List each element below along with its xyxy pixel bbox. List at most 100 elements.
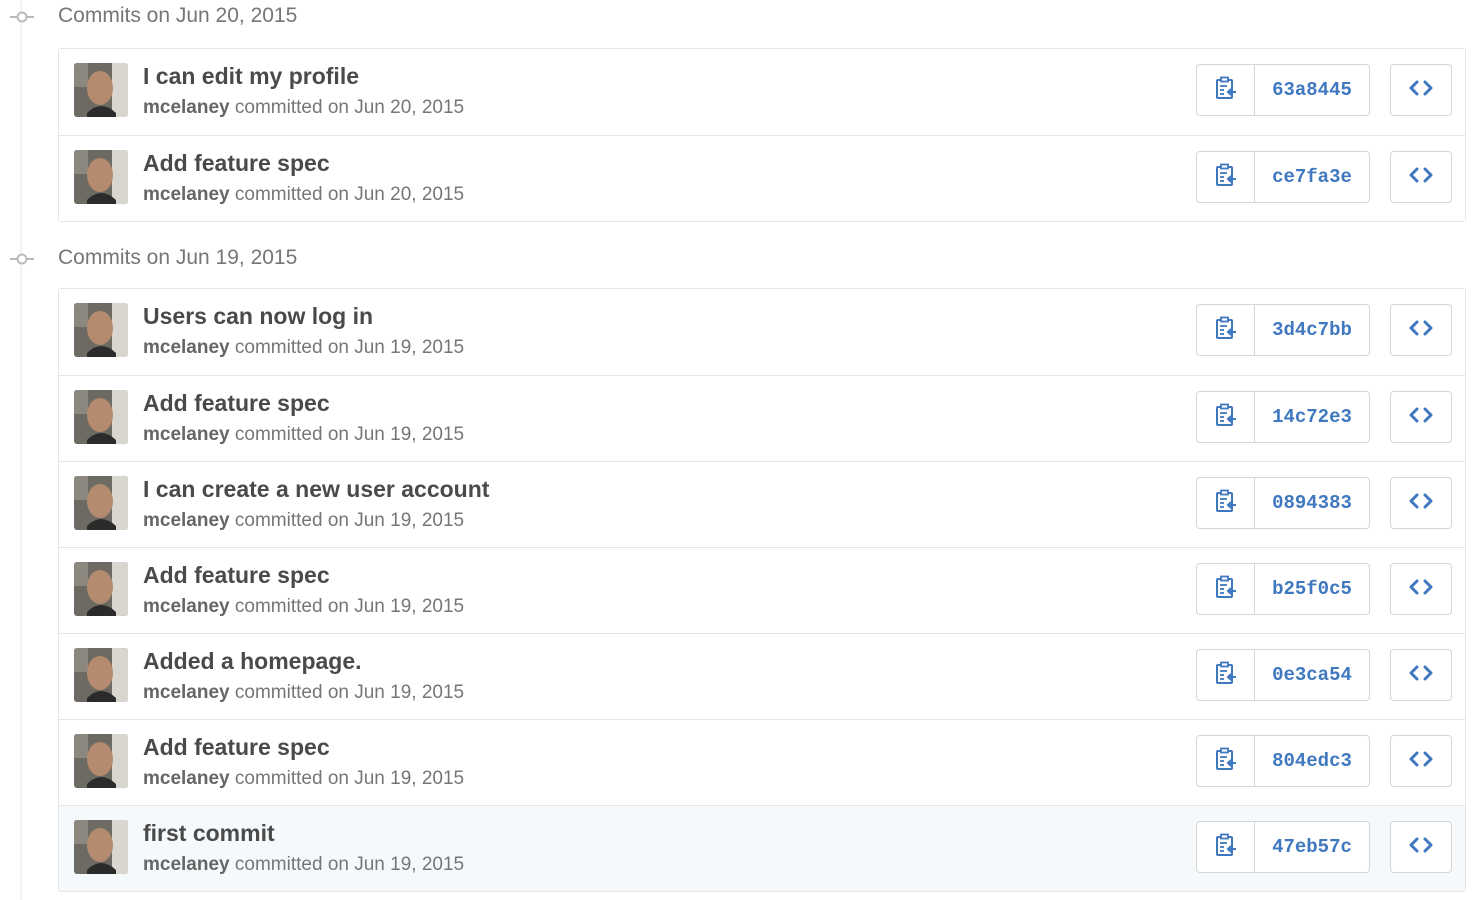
commit-sha-link[interactable]: b25f0c5 xyxy=(1255,564,1369,614)
commit-meta: mcelaney committed on Jun 19, 2015 xyxy=(143,682,464,704)
git-commit-icon xyxy=(10,8,34,26)
avatar[interactable] xyxy=(74,562,128,616)
commit-author[interactable]: mcelaney xyxy=(143,854,230,875)
browse-repo-button[interactable] xyxy=(1390,477,1452,529)
commit-title[interactable]: Add feature spec xyxy=(143,150,330,177)
commit-group-header: Commits on Jun 20, 2015 xyxy=(0,1,1474,31)
commit-title[interactable]: Add feature spec xyxy=(143,390,330,417)
copy-sha-button[interactable] xyxy=(1197,392,1255,442)
commit-meta: mcelaney committed on Jun 20, 2015 xyxy=(143,97,464,119)
commit-row[interactable]: first commit mcelaney committed on Jun 1… xyxy=(59,805,1465,891)
commit-meta: mcelaney committed on Jun 19, 2015 xyxy=(143,768,464,790)
avatar[interactable] xyxy=(74,476,128,530)
commit-row[interactable]: Add feature spec mcelaney committed on J… xyxy=(59,547,1465,633)
commit-sha-link[interactable]: 0894383 xyxy=(1255,478,1369,528)
commit-author[interactable]: mcelaney xyxy=(143,424,230,445)
commit-sha-link[interactable]: 3d4c7bb xyxy=(1255,305,1369,355)
browse-repo-button[interactable] xyxy=(1390,151,1452,203)
commit-sha-link[interactable]: ce7fa3e xyxy=(1255,152,1369,202)
avatar[interactable] xyxy=(74,648,128,702)
commit-row[interactable]: Add feature spec mcelaney committed on J… xyxy=(59,135,1465,221)
sha-button-group: 3d4c7bb xyxy=(1196,304,1370,356)
avatar[interactable] xyxy=(74,820,128,874)
code-icon xyxy=(1409,492,1433,515)
commit-date: committed on Jun 20, 2015 xyxy=(234,184,465,205)
git-commit-icon xyxy=(10,250,34,268)
commit-title[interactable]: I can edit my profile xyxy=(143,63,359,90)
browse-repo-button[interactable] xyxy=(1390,391,1452,443)
copy-sha-button[interactable] xyxy=(1197,564,1255,614)
commit-row[interactable]: Add feature spec mcelaney committed on J… xyxy=(59,375,1465,461)
commit-row[interactable]: Added a homepage. mcelaney committed on … xyxy=(59,633,1465,719)
commit-date: committed on Jun 19, 2015 xyxy=(234,682,465,703)
commit-meta: mcelaney committed on Jun 19, 2015 xyxy=(143,424,464,446)
commit-group-title: Commits on Jun 19, 2015 xyxy=(58,246,298,269)
sha-button-group: 804edc3 xyxy=(1196,735,1370,787)
copy-sha-button[interactable] xyxy=(1197,650,1255,700)
sha-button-group: 0894383 xyxy=(1196,477,1370,529)
commit-meta: mcelaney committed on Jun 19, 2015 xyxy=(143,596,464,618)
commit-title[interactable]: I can create a new user account xyxy=(143,476,489,503)
commit-title[interactable]: Add feature spec xyxy=(143,734,330,761)
commit-row[interactable]: I can create a new user account mcelaney… xyxy=(59,461,1465,547)
browse-repo-button[interactable] xyxy=(1390,64,1452,116)
sha-button-group: 47eb57c xyxy=(1196,821,1370,873)
clippy-icon xyxy=(1215,661,1237,690)
commit-sha-link[interactable]: 804edc3 xyxy=(1255,736,1369,786)
commit-title[interactable]: Added a homepage. xyxy=(143,648,362,675)
browse-repo-button[interactable] xyxy=(1390,649,1452,701)
sha-button-group: 14c72e3 xyxy=(1196,391,1370,443)
browse-repo-button[interactable] xyxy=(1390,735,1452,787)
sha-button-group: 0e3ca54 xyxy=(1196,649,1370,701)
commit-author[interactable]: mcelaney xyxy=(143,184,230,205)
sha-button-group: ce7fa3e xyxy=(1196,151,1370,203)
commit-row[interactable]: Users can now log in mcelaney committed … xyxy=(59,289,1465,375)
avatar[interactable] xyxy=(74,303,128,357)
commit-meta: mcelaney committed on Jun 19, 2015 xyxy=(143,854,464,876)
commit-author[interactable]: mcelaney xyxy=(143,510,230,531)
commit-title[interactable]: Add feature spec xyxy=(143,562,330,589)
clippy-icon xyxy=(1215,489,1237,518)
browse-repo-button[interactable] xyxy=(1390,563,1452,615)
commit-group-title: Commits on Jun 20, 2015 xyxy=(58,4,298,27)
code-icon xyxy=(1409,406,1433,429)
clippy-icon xyxy=(1215,575,1237,604)
commit-author[interactable]: mcelaney xyxy=(143,337,230,358)
commit-row[interactable]: I can edit my profile mcelaney committed… xyxy=(59,49,1465,135)
avatar[interactable] xyxy=(74,390,128,444)
code-icon xyxy=(1409,79,1433,102)
commit-meta: mcelaney committed on Jun 19, 2015 xyxy=(143,337,464,359)
copy-sha-button[interactable] xyxy=(1197,822,1255,872)
commit-meta: mcelaney committed on Jun 19, 2015 xyxy=(143,510,464,532)
commit-sha-link[interactable]: 47eb57c xyxy=(1255,822,1369,872)
commit-list: Users can now log in mcelaney committed … xyxy=(58,288,1466,892)
commit-title[interactable]: first commit xyxy=(143,820,275,847)
avatar[interactable] xyxy=(74,734,128,788)
commit-title[interactable]: Users can now log in xyxy=(143,303,373,330)
clippy-icon xyxy=(1215,833,1237,862)
commit-sha-link[interactable]: 63a8445 xyxy=(1255,65,1369,115)
commit-date: committed on Jun 20, 2015 xyxy=(234,97,465,118)
commit-author[interactable]: mcelaney xyxy=(143,596,230,617)
clippy-icon xyxy=(1215,163,1237,192)
commit-author[interactable]: mcelaney xyxy=(143,768,230,789)
avatar[interactable] xyxy=(74,150,128,204)
commit-sha-link[interactable]: 14c72e3 xyxy=(1255,392,1369,442)
code-icon xyxy=(1409,664,1433,687)
commit-list: I can edit my profile mcelaney committed… xyxy=(58,48,1466,222)
commit-author[interactable]: mcelaney xyxy=(143,682,230,703)
browse-repo-button[interactable] xyxy=(1390,304,1452,356)
commit-sha-link[interactable]: 0e3ca54 xyxy=(1255,650,1369,700)
copy-sha-button[interactable] xyxy=(1197,152,1255,202)
clippy-icon xyxy=(1215,76,1237,105)
copy-sha-button[interactable] xyxy=(1197,65,1255,115)
copy-sha-button[interactable] xyxy=(1197,305,1255,355)
commit-row[interactable]: Add feature spec mcelaney committed on J… xyxy=(59,719,1465,805)
code-icon xyxy=(1409,750,1433,773)
copy-sha-button[interactable] xyxy=(1197,736,1255,786)
browse-repo-button[interactable] xyxy=(1390,821,1452,873)
copy-sha-button[interactable] xyxy=(1197,478,1255,528)
code-icon xyxy=(1409,319,1433,342)
commit-author[interactable]: mcelaney xyxy=(143,97,230,118)
avatar[interactable] xyxy=(74,63,128,117)
